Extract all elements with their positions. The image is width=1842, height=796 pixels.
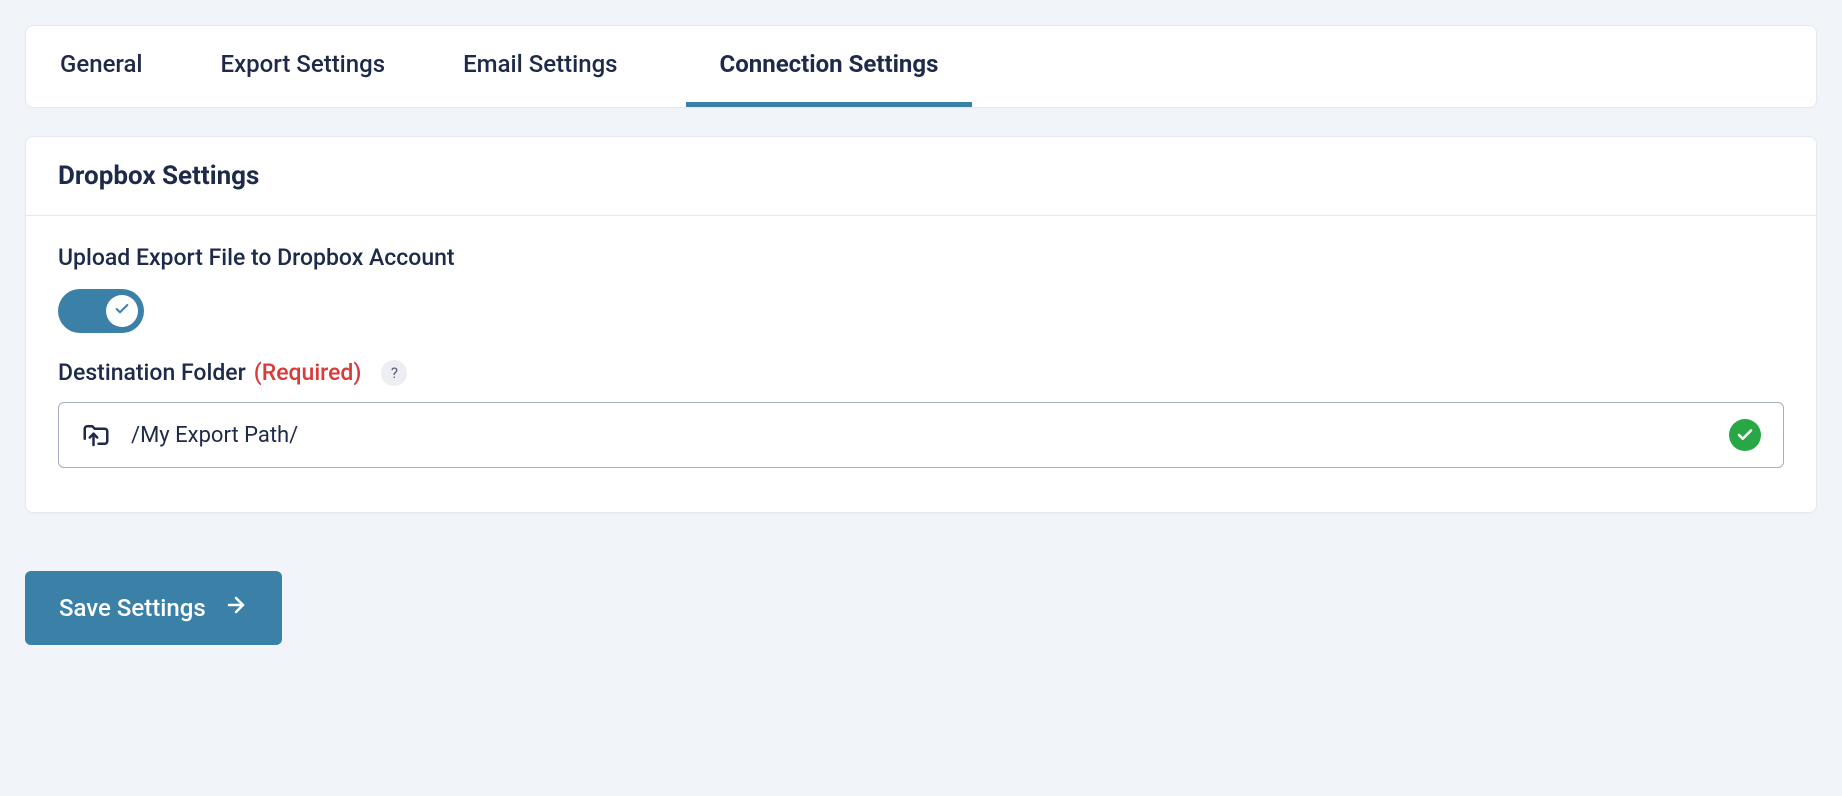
folder-upload-icon <box>81 420 111 450</box>
panel-title: Dropbox Settings <box>58 161 1784 191</box>
upload-toggle[interactable] <box>58 289 144 333</box>
arrow-right-icon <box>224 593 248 623</box>
dropbox-settings-panel: Dropbox Settings Upload Export File to D… <box>25 136 1817 513</box>
save-settings-button[interactable]: Save Settings <box>25 571 282 645</box>
check-icon <box>114 301 130 321</box>
destination-label-row: Destination Folder (Required) ? <box>58 359 1784 386</box>
tab-general[interactable]: General <box>50 26 177 107</box>
destination-folder-input[interactable] <box>131 423 1709 448</box>
tab-connection-settings[interactable]: Connection Settings <box>686 26 973 107</box>
panel-header: Dropbox Settings <box>26 137 1816 216</box>
destination-folder-input-wrap <box>58 402 1784 468</box>
required-indicator: (Required) <box>254 359 362 386</box>
toggle-knob <box>106 295 138 327</box>
tab-export-settings[interactable]: Export Settings <box>211 26 420 107</box>
valid-check-icon <box>1729 419 1761 451</box>
save-button-label: Save Settings <box>59 594 206 622</box>
help-icon[interactable]: ? <box>381 360 407 386</box>
tabs-bar: General Export Settings Email Settings C… <box>25 25 1817 108</box>
destination-folder-label: Destination Folder <box>58 359 246 386</box>
upload-toggle-label: Upload Export File to Dropbox Account <box>58 244 1784 271</box>
tab-email-settings[interactable]: Email Settings <box>453 26 651 107</box>
panel-body: Upload Export File to Dropbox Account De… <box>26 216 1816 512</box>
